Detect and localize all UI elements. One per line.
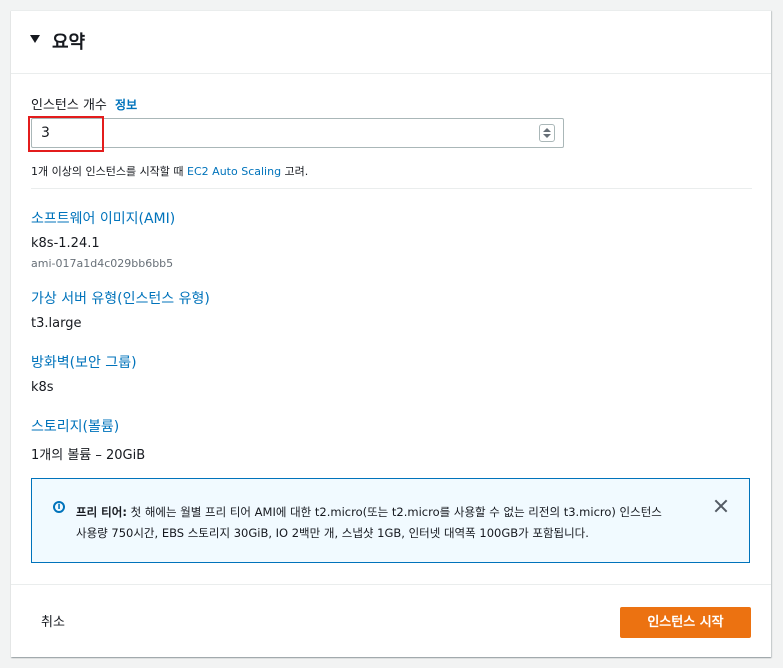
storage-value: 1개의 볼륨 – 20GiB	[31, 448, 146, 463]
ami-id: ami-017a1d4c029bb6bb5	[31, 257, 174, 270]
storage-title[interactable]: 스토리지(볼륨)	[31, 416, 119, 436]
ami-name: k8s-1.24.1	[31, 236, 100, 251]
alert-line1: 첫 해에는 월별 프리 티어 AMI에 대한 t2.micro(또는 t2.mi…	[126, 505, 662, 519]
footer-divider	[11, 584, 771, 585]
alert-line2: 사용량 750시간, EBS 스토리지 30GiB, IO 2백만 개, 스냅샷…	[76, 526, 589, 540]
instance-count-label-text: 인스턴스 개수	[31, 98, 107, 113]
summary-panel: 요약 인스턴스 개수 정보 3 1개 이상의 인스턴스를 시작할 때 EC2 A…	[11, 10, 771, 657]
hint-prefix: 1개 이상의 인스턴스를 시작할 때	[31, 165, 188, 178]
firewall-title[interactable]: 방화벽(보안 그룹)	[31, 352, 137, 372]
instance-count-value[interactable]: 3	[41, 125, 50, 141]
auto-scaling-link[interactable]: EC2 Auto Scaling	[187, 165, 281, 178]
instance-count-input[interactable]: 3	[31, 118, 564, 148]
ami-title[interactable]: 소프트웨어 이미지(AMI)	[31, 208, 175, 228]
summary-header[interactable]: 요약	[11, 11, 771, 74]
stepper-icon[interactable]	[539, 124, 555, 142]
summary-title: 요약	[52, 32, 86, 53]
instance-type-title[interactable]: 가상 서버 유형(인스턴스 유형)	[31, 288, 210, 308]
info-icon: i	[53, 501, 65, 513]
hint-suffix: 고려.	[281, 165, 309, 178]
stepper-down-icon[interactable]	[543, 134, 551, 138]
firewall-value: k8s	[31, 380, 54, 395]
auto-scaling-hint: 1개 이상의 인스턴스를 시작할 때 EC2 Auto Scaling 고려.	[31, 163, 308, 179]
instance-type-value: t3.large	[31, 316, 82, 331]
cancel-button[interactable]: 취소	[41, 611, 65, 630]
instance-count-label: 인스턴스 개수 정보	[31, 94, 137, 113]
close-icon[interactable]	[712, 497, 730, 515]
stepper-up-icon[interactable]	[543, 128, 551, 132]
info-link[interactable]: 정보	[115, 98, 137, 112]
alert-text: 프리 티어: 첫 해에는 월별 프리 티어 AMI에 대한 t2.micro(또…	[76, 502, 706, 544]
caret-down-icon[interactable]	[30, 35, 40, 43]
free-tier-alert: i 프리 티어: 첫 해에는 월별 프리 티어 AMI에 대한 t2.micro…	[31, 478, 750, 563]
divider	[31, 188, 752, 189]
alert-bold: 프리 티어:	[76, 505, 127, 519]
launch-instance-button[interactable]: 인스턴스 시작	[620, 607, 751, 638]
